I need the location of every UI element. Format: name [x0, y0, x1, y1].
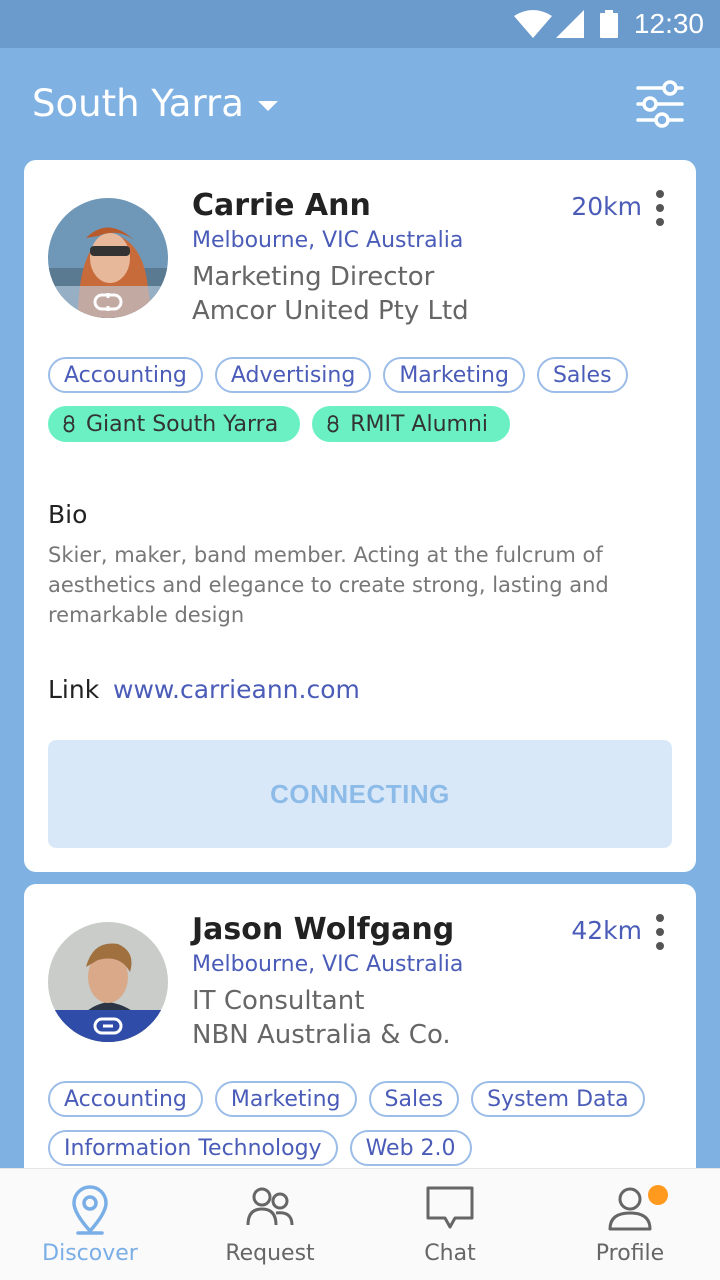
profile-title: IT Consultant [192, 986, 365, 1016]
lock-icon [327, 415, 339, 433]
location-pin-icon [72, 1185, 108, 1235]
tag[interactable]: System Data [471, 1081, 645, 1117]
lock-icon [63, 415, 75, 433]
nav-label: Profile [595, 1241, 665, 1266]
profile-distance: 20km [571, 192, 642, 221]
tag[interactable]: Accounting [48, 357, 203, 393]
tag[interactable]: Web 2.0 [349, 1130, 472, 1166]
nav-discover[interactable]: Discover [0, 1169, 180, 1280]
link-icon [93, 293, 123, 311]
nav-label: Request [225, 1241, 315, 1266]
battery-icon [600, 10, 618, 38]
signal-icon [556, 10, 584, 38]
avatar[interactable] [48, 198, 168, 318]
bio-text: Skier, maker, band member. Acting at the… [48, 543, 609, 627]
website-link[interactable]: www.carrieann.com [113, 675, 360, 704]
link-label: Link [48, 675, 100, 704]
filter-icon[interactable] [636, 80, 684, 128]
tag-list: Accounting Advertising Marketing Sales G… [48, 357, 672, 442]
status-bar: 12:30 [0, 0, 720, 48]
connecting-button[interactable]: CONNECTING [48, 740, 672, 848]
profile-location: Melbourne, VIC Australia [192, 228, 464, 253]
tag[interactable]: Marketing [383, 357, 525, 393]
nav-profile[interactable]: Profile [540, 1169, 720, 1280]
more-options-icon[interactable] [652, 914, 668, 950]
tag[interactable]: Advertising [214, 357, 372, 393]
status-time: 12:30 [633, 8, 704, 39]
group-tag-label: Giant South Yarra [86, 411, 279, 437]
profile-location: Melbourne, VIC Australia [192, 952, 464, 977]
location-selector[interactable]: South Yarra [32, 82, 278, 125]
avatar[interactable] [48, 922, 168, 1042]
tag[interactable]: Sales [368, 1081, 460, 1117]
profile-title: Marketing Director [192, 262, 435, 292]
group-tag[interactable]: Giant South Yarra [48, 406, 301, 442]
chevron-down-icon [257, 100, 278, 111]
profile-company: Amcor United Pty Ltd [192, 296, 469, 326]
connection-band [48, 286, 168, 318]
more-options-icon[interactable] [652, 190, 668, 226]
nav-label: Discover [42, 1241, 138, 1266]
nav-label: Chat [424, 1241, 476, 1266]
group-tag-label: RMIT Alumni [350, 411, 488, 437]
profile-name: Carrie Ann [192, 188, 371, 223]
wifi-icon [514, 10, 552, 38]
tag[interactable]: Information Technology [48, 1130, 338, 1166]
location-label: South Yarra [32, 82, 244, 125]
bottom-nav: Discover Request Chat Profile [0, 1168, 720, 1280]
users-icon [246, 1187, 294, 1226]
nav-request[interactable]: Request [180, 1169, 360, 1280]
profile-card[interactable]: Carrie Ann Melbourne, VIC Australia Mark… [24, 160, 696, 872]
profile-icon [608, 1187, 652, 1231]
nav-chat[interactable]: Chat [360, 1169, 540, 1280]
group-tag[interactable]: RMIT Alumni [312, 406, 510, 442]
profile-name: Jason Wolfgang [192, 912, 455, 947]
tag[interactable]: Sales [536, 357, 628, 393]
app-header: South Yarra [0, 48, 720, 160]
bio-heading: Bio [48, 500, 88, 529]
connection-band [48, 1010, 168, 1042]
profile-distance: 42km [571, 916, 642, 945]
tag-list: Accounting Marketing Sales System Data I… [48, 1081, 672, 1166]
tag[interactable]: Accounting [48, 1081, 203, 1117]
tag[interactable]: Marketing [214, 1081, 357, 1117]
chat-icon [426, 1186, 474, 1229]
profile-company: NBN Australia & Co. [192, 1020, 451, 1050]
link-icon [93, 1017, 123, 1035]
notification-badge [648, 1185, 668, 1205]
